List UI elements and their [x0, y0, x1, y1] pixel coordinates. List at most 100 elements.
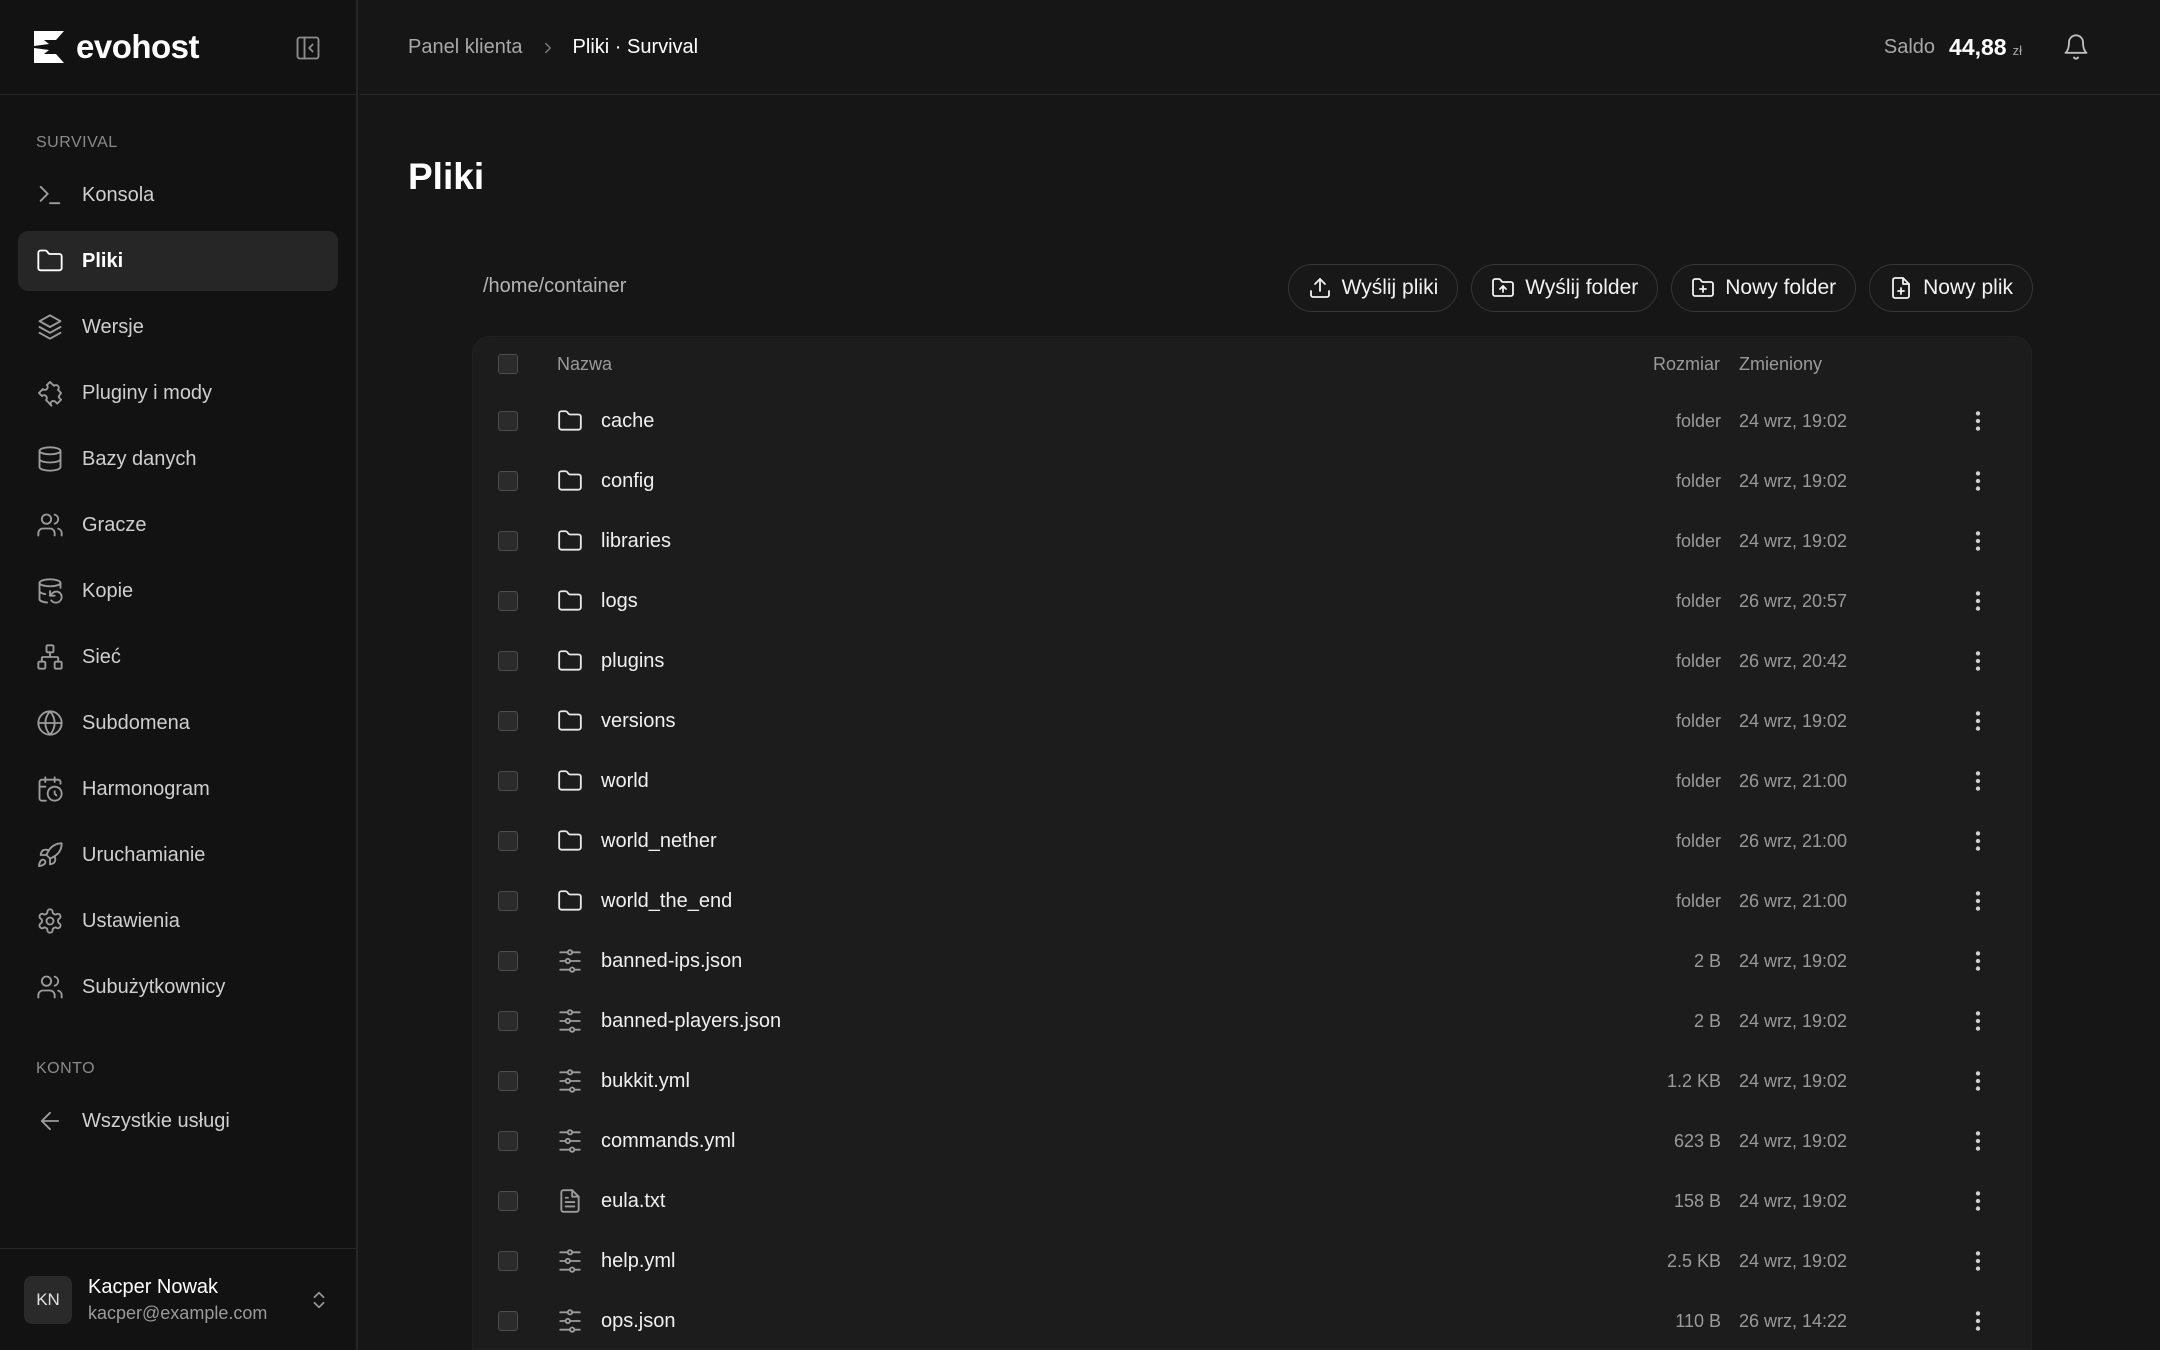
- file-name-cell[interactable]: cache: [557, 408, 654, 434]
- file-name-cell[interactable]: world: [557, 768, 649, 794]
- user-menu[interactable]: KN Kacper Nowak kacper@example.com: [0, 1248, 356, 1350]
- row-checkbox[interactable]: [498, 771, 518, 791]
- bell-icon[interactable]: [2062, 33, 2090, 61]
- file-name-cell[interactable]: libraries: [557, 528, 671, 554]
- row-checkbox[interactable]: [498, 1071, 518, 1091]
- file-name-cell[interactable]: eula.txt: [557, 1188, 665, 1214]
- row-checkbox[interactable]: [498, 1311, 518, 1331]
- brand-logo[interactable]: evohost: [30, 28, 200, 66]
- more-vertical-icon[interactable]: [1965, 768, 1991, 794]
- row-checkbox[interactable]: [498, 531, 518, 551]
- more-vertical-icon[interactable]: [1965, 1188, 1991, 1214]
- sidebar-item-gracze[interactable]: Gracze: [18, 495, 338, 555]
- column-header-size[interactable]: Rozmiar: [1653, 354, 1720, 375]
- table-row[interactable]: plugins folder 26 wrz, 20:42: [473, 631, 2031, 691]
- table-row[interactable]: libraries folder 24 wrz, 19:02: [473, 511, 2031, 571]
- more-vertical-icon[interactable]: [1965, 1068, 1991, 1094]
- file-name-cell[interactable]: banned-ips.json: [557, 948, 742, 974]
- file-name-cell[interactable]: ops.json: [557, 1308, 676, 1334]
- table-row[interactable]: cache folder 24 wrz, 19:02: [473, 391, 2031, 451]
- more-vertical-icon[interactable]: [1965, 948, 1991, 974]
- file-name-cell[interactable]: world_the_end: [557, 888, 732, 914]
- file-name-cell[interactable]: banned-players.json: [557, 1008, 781, 1034]
- more-vertical-icon[interactable]: [1965, 1308, 1991, 1334]
- more-vertical-icon[interactable]: [1965, 648, 1991, 674]
- sidebar-item-konsola[interactable]: Konsola: [18, 165, 338, 225]
- sidebar-item-uruchamianie[interactable]: Uruchamianie: [18, 825, 338, 885]
- table-row[interactable]: commands.yml 623 B 24 wrz, 19:02: [473, 1111, 2031, 1171]
- sidebar-item-harmonogram[interactable]: Harmonogram: [18, 759, 338, 819]
- more-vertical-icon[interactable]: [1965, 888, 1991, 914]
- row-checkbox[interactable]: [498, 651, 518, 671]
- table-row[interactable]: eula.txt 158 B 24 wrz, 19:02: [473, 1171, 2031, 1231]
- row-checkbox[interactable]: [498, 471, 518, 491]
- row-checkbox[interactable]: [498, 1191, 518, 1211]
- sidebar-item-bazy-danych[interactable]: Bazy danych: [18, 429, 338, 489]
- sidebar-collapse-icon[interactable]: [294, 34, 322, 62]
- row-checkbox[interactable]: [498, 1251, 518, 1271]
- new-folder-button[interactable]: Nowy folder: [1671, 264, 1857, 312]
- breadcrumb-parent-link[interactable]: Panel klienta: [408, 36, 523, 59]
- file-modified: 24 wrz, 19:02: [1739, 1130, 1848, 1151]
- more-vertical-icon[interactable]: [1965, 1008, 1991, 1034]
- row-checkbox[interactable]: [498, 411, 518, 431]
- sidebar-item-wersje[interactable]: Wersje: [18, 297, 338, 357]
- brand-header: evohost: [0, 0, 356, 95]
- table-row[interactable]: banned-players.json 2 B 24 wrz, 19:02: [473, 991, 2031, 1051]
- file-name-cell[interactable]: bukkit.yml: [557, 1068, 690, 1094]
- sidebar-item-pliki[interactable]: Pliki: [18, 231, 338, 291]
- column-header-name[interactable]: Nazwa: [557, 354, 612, 375]
- table-row[interactable]: world folder 26 wrz, 21:00: [473, 751, 2031, 811]
- more-vertical-icon[interactable]: [1965, 528, 1991, 554]
- file-modified: 26 wrz, 20:57: [1739, 590, 1848, 611]
- upload-folder-button[interactable]: Wyślij folder: [1471, 264, 1659, 312]
- file-name-cell[interactable]: world_nether: [557, 828, 717, 854]
- file-name-cell[interactable]: commands.yml: [557, 1128, 735, 1154]
- sidebar-item-subuzytkownicy[interactable]: Subużytkownicy: [18, 957, 338, 1017]
- sidebar-item-all-services[interactable]: Wszystkie usługi: [18, 1091, 338, 1151]
- file-name-cell[interactable]: plugins: [557, 648, 664, 674]
- row-checkbox[interactable]: [498, 831, 518, 851]
- row-checkbox[interactable]: [498, 891, 518, 911]
- upload-files-button[interactable]: Wyślij pliki: [1287, 264, 1459, 312]
- rocket-icon: [36, 841, 64, 869]
- more-vertical-icon[interactable]: [1965, 1128, 1991, 1154]
- file-modified: 24 wrz, 19:02: [1739, 1010, 1848, 1031]
- table-row[interactable]: logs folder 26 wrz, 20:57: [473, 571, 2031, 631]
- sidebar-item-siec[interactable]: Sieć: [18, 627, 338, 687]
- chevrons-up-down-icon[interactable]: [308, 1289, 330, 1311]
- more-vertical-icon[interactable]: [1965, 408, 1991, 434]
- database-backup-icon: [36, 577, 64, 605]
- sidebar-item-kopie[interactable]: Kopie: [18, 561, 338, 621]
- sidebar-item-subdomena[interactable]: Subdomena: [18, 693, 338, 753]
- more-vertical-icon[interactable]: [1965, 468, 1991, 494]
- sidebar-item-ustawienia[interactable]: Ustawienia: [18, 891, 338, 951]
- table-row[interactable]: world_the_end folder 26 wrz, 21:00: [473, 871, 2031, 931]
- table-row[interactable]: bukkit.yml 1.2 KB 24 wrz, 19:02: [473, 1051, 2031, 1111]
- more-vertical-icon[interactable]: [1965, 708, 1991, 734]
- column-header-modified[interactable]: Zmieniony: [1739, 354, 1822, 375]
- more-vertical-icon[interactable]: [1965, 1248, 1991, 1274]
- table-row[interactable]: config folder 24 wrz, 19:02: [473, 451, 2031, 511]
- row-checkbox[interactable]: [498, 1131, 518, 1151]
- row-checkbox[interactable]: [498, 711, 518, 731]
- table-row[interactable]: help.yml 2.5 KB 24 wrz, 19:02: [473, 1231, 2031, 1291]
- file-size: folder: [1675, 830, 1721, 851]
- upload-folder-label: Wyślij folder: [1525, 276, 1639, 299]
- file-name-cell[interactable]: logs: [557, 588, 638, 614]
- row-checkbox[interactable]: [498, 1011, 518, 1031]
- table-row[interactable]: world_nether folder 26 wrz, 21:00: [473, 811, 2031, 871]
- sidebar-item-pluginy-i-mody[interactable]: Pluginy i mody: [18, 363, 338, 423]
- table-row[interactable]: banned-ips.json 2 B 24 wrz, 19:02: [473, 931, 2031, 991]
- new-file-button[interactable]: Nowy plik: [1869, 264, 2033, 312]
- table-row[interactable]: versions folder 24 wrz, 19:02: [473, 691, 2031, 751]
- file-name-cell[interactable]: versions: [557, 708, 675, 734]
- more-vertical-icon[interactable]: [1965, 588, 1991, 614]
- more-vertical-icon[interactable]: [1965, 828, 1991, 854]
- file-name-cell[interactable]: help.yml: [557, 1248, 675, 1274]
- table-row[interactable]: ops.json 110 B 26 wrz, 14:22: [473, 1291, 2031, 1349]
- select-all-checkbox[interactable]: [498, 354, 518, 374]
- row-checkbox[interactable]: [498, 591, 518, 611]
- file-name-cell[interactable]: config: [557, 468, 654, 494]
- row-checkbox[interactable]: [498, 951, 518, 971]
